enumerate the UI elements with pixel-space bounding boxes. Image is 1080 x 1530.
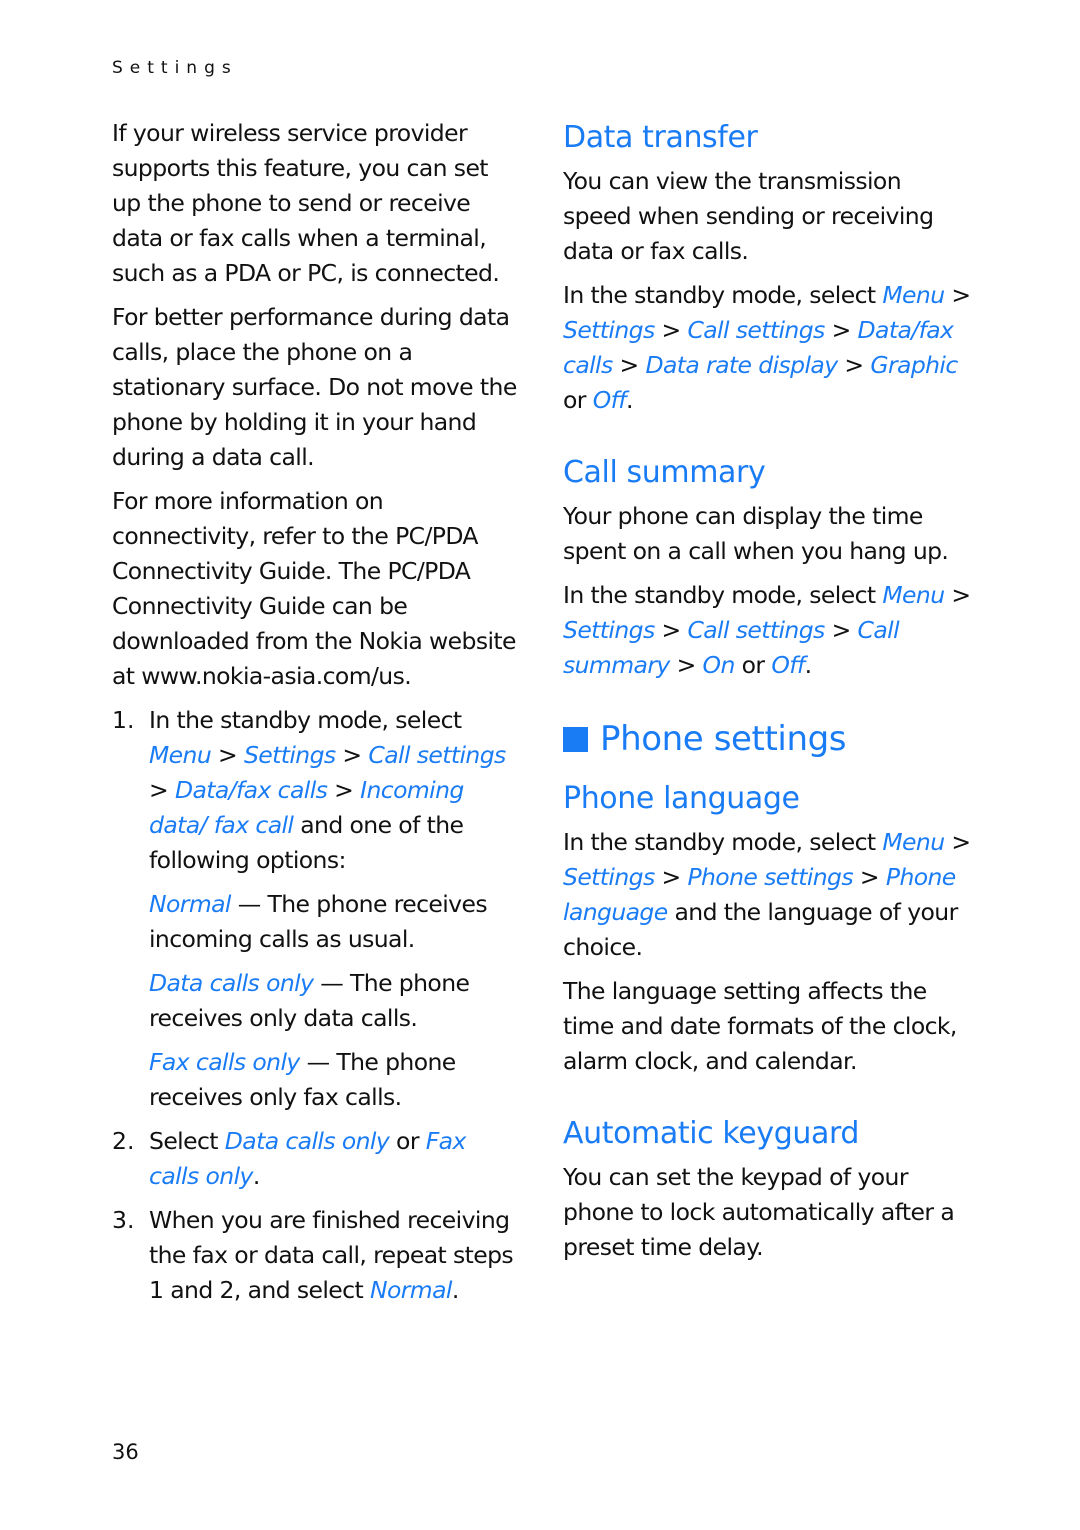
phone-language-instructions: In the standby mode, select Menu > Setti… bbox=[563, 825, 973, 965]
menu-link[interactable]: Menu bbox=[149, 741, 212, 769]
off-option-link[interactable]: Off bbox=[593, 386, 627, 414]
instruction-intro: In the standby mode, select bbox=[563, 581, 883, 609]
step-1-text: In the standby mode, select Menu > Setti… bbox=[149, 703, 522, 878]
settings-link[interactable]: Settings bbox=[563, 863, 655, 891]
connectivity-paragraph: For more information on connectivity, re… bbox=[112, 487, 516, 690]
path-separator: > bbox=[654, 616, 688, 644]
left-column: If your wireless service provider suppor… bbox=[112, 116, 522, 1317]
step-3-text: When you are finished receiving the fax … bbox=[149, 1203, 522, 1308]
call-settings-link[interactable]: Call settings bbox=[368, 741, 506, 769]
path-separator: > bbox=[824, 316, 858, 344]
data-transfer-heading: Data transfer bbox=[563, 120, 758, 155]
option-data-calls-only: Data calls only — The phone receives onl… bbox=[149, 966, 522, 1036]
option-fax-calls-only: Fax calls only — The phone receives only… bbox=[149, 1045, 522, 1115]
settings-link[interactable]: Settings bbox=[244, 741, 336, 769]
section-square-icon bbox=[563, 726, 588, 752]
data-transfer-description: You can view the transmission speed when… bbox=[563, 167, 934, 265]
off-option-link[interactable]: Off bbox=[771, 651, 805, 679]
call-settings-link[interactable]: Call settings bbox=[687, 316, 825, 344]
data-rate-display-link[interactable]: Data rate display bbox=[645, 351, 838, 379]
path-separator: > bbox=[654, 316, 688, 344]
option-normal: Normal — The phone receives incoming cal… bbox=[149, 887, 522, 957]
step-3-end: . bbox=[451, 1276, 459, 1304]
path-separator: > bbox=[149, 776, 175, 804]
call-summary-instructions: In the standby mode, select Menu > Setti… bbox=[563, 578, 973, 683]
step-2-text: Select Data calls only or Fax calls only… bbox=[149, 1124, 522, 1194]
path-separator: > bbox=[853, 863, 886, 891]
instruction-intro: In the standby mode, select bbox=[563, 281, 883, 309]
menu-link[interactable]: Menu bbox=[882, 281, 945, 309]
phone-settings-link[interactable]: Phone settings bbox=[687, 863, 853, 891]
path-separator: > bbox=[944, 828, 971, 856]
phone-language-heading: Phone language bbox=[563, 781, 800, 816]
step-3: 3. When you are finished receiving the f… bbox=[112, 1203, 522, 1308]
data-fax-calls-link[interactable]: Data/fax calls bbox=[175, 776, 328, 804]
step-1: 1. In the standby mode, select Menu > Se… bbox=[112, 703, 522, 1115]
menu-link[interactable]: Menu bbox=[882, 828, 945, 856]
call-summary-heading: Call summary bbox=[563, 455, 766, 490]
graphic-option-link[interactable]: Graphic bbox=[870, 351, 958, 379]
automatic-keyguard-description: You can set the keypad of your phone to … bbox=[563, 1163, 955, 1261]
path-separator: > bbox=[335, 741, 369, 769]
step-number: 3. bbox=[112, 1206, 135, 1234]
phone-language-section: Phone language In the standby mode, sele… bbox=[563, 777, 973, 1079]
data-transfer-instructions: In the standby mode, select Menu > Setti… bbox=[563, 278, 973, 418]
or-text: or bbox=[563, 386, 593, 414]
path-separator: > bbox=[327, 776, 361, 804]
data-transfer-section: Data transfer You can view the transmiss… bbox=[563, 116, 973, 418]
path-separator: > bbox=[944, 281, 971, 309]
data-calls-only-link[interactable]: Data calls only bbox=[149, 969, 314, 997]
path-separator: > bbox=[837, 351, 871, 379]
phone-settings-title: Phone settings bbox=[600, 719, 847, 759]
on-option-link[interactable]: On bbox=[703, 651, 736, 679]
instruction-intro: In the standby mode, select bbox=[563, 828, 883, 856]
automatic-keyguard-section: Automatic keyguard You can set the keypa… bbox=[563, 1112, 973, 1265]
performance-paragraph: For better performance during data calls… bbox=[112, 303, 517, 471]
step-1-intro: In the standby mode, select bbox=[149, 706, 462, 734]
path-separator: > bbox=[944, 581, 971, 609]
settings-link[interactable]: Settings bbox=[563, 616, 655, 644]
normal-option-link[interactable]: Normal bbox=[370, 1276, 452, 1304]
fax-calls-only-link[interactable]: Fax calls only bbox=[149, 1048, 300, 1076]
call-summary-section: Call summary Your phone can display the … bbox=[563, 451, 973, 683]
right-column: Data transfer You can view the transmiss… bbox=[563, 116, 973, 1274]
phone-settings-heading: Phone settings bbox=[563, 717, 973, 761]
step-2-end: . bbox=[252, 1162, 260, 1190]
data-calls-only-link[interactable]: Data calls only bbox=[225, 1127, 390, 1155]
menu-link[interactable]: Menu bbox=[882, 581, 945, 609]
path-separator: > bbox=[211, 741, 244, 769]
path-separator: > bbox=[612, 351, 646, 379]
step-2: 2. Select Data calls only or Fax calls o… bbox=[112, 1124, 522, 1194]
phone-language-note: The language setting affects the time an… bbox=[563, 977, 957, 1075]
step-2-or: or bbox=[389, 1127, 426, 1155]
path-separator: > bbox=[669, 651, 703, 679]
call-summary-description: Your phone can display the time spent on… bbox=[563, 502, 949, 565]
page-number: 36 bbox=[112, 1440, 139, 1464]
automatic-keyguard-heading: Automatic keyguard bbox=[563, 1116, 859, 1151]
path-separator: > bbox=[824, 616, 858, 644]
running-head: Settings bbox=[112, 58, 238, 78]
path-separator: > bbox=[654, 863, 688, 891]
steps-list: 1. In the standby mode, select Menu > Se… bbox=[112, 703, 522, 1308]
step-number: 1. bbox=[112, 706, 135, 734]
settings-link[interactable]: Settings bbox=[563, 316, 655, 344]
or-text: or bbox=[734, 651, 772, 679]
step-2-pre: Select bbox=[149, 1127, 225, 1155]
period: . bbox=[804, 651, 812, 679]
period: . bbox=[625, 386, 633, 414]
intro-paragraph: If your wireless service provider suppor… bbox=[112, 119, 500, 287]
call-settings-link[interactable]: Call settings bbox=[687, 616, 825, 644]
normal-option-link[interactable]: Normal bbox=[149, 890, 231, 918]
step-number: 2. bbox=[112, 1127, 135, 1155]
